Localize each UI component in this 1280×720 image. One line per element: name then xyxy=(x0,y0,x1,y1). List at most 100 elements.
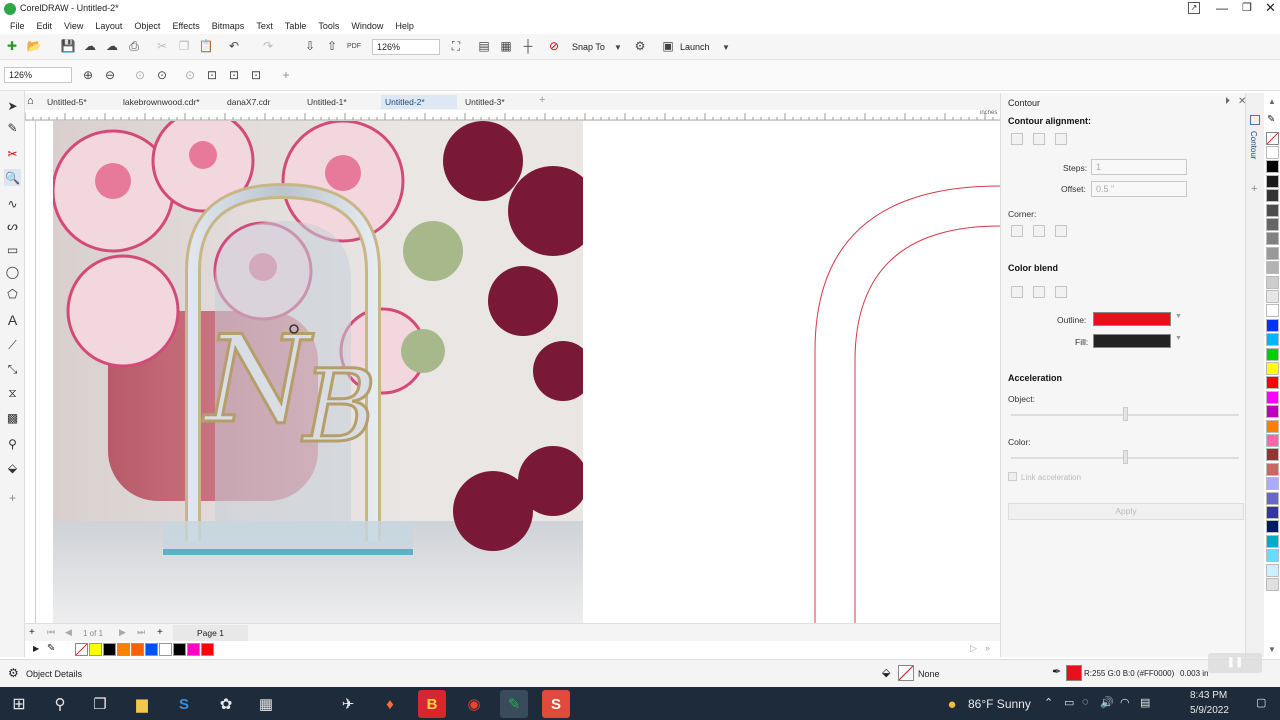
palette-color-swatch[interactable] xyxy=(1266,160,1279,174)
launch-icon[interactable]: ▣ xyxy=(660,38,676,54)
document-palette-swatch[interactable] xyxy=(187,643,200,656)
publish-pdf-icon[interactable]: PDF xyxy=(346,38,362,54)
transparency-tool-icon[interactable]: ▩ xyxy=(4,409,21,426)
outline-chevron-down-icon[interactable]: ▼ xyxy=(1175,313,1182,320)
undo-icon[interactable]: ↶ xyxy=(226,38,242,54)
crop-tool-icon[interactable]: ✂ xyxy=(4,145,21,162)
tray-volume-icon[interactable]: 🔊 xyxy=(1100,696,1114,709)
tab-untitled-5[interactable]: Untitled-5* xyxy=(43,95,91,109)
palette-color-swatch[interactable] xyxy=(1266,578,1279,591)
document-palette-swatch[interactable] xyxy=(117,643,130,656)
recording-pause-icon[interactable]: ❚❚ xyxy=(1208,653,1262,673)
notifications-icon[interactable]: ▢ xyxy=(1256,696,1266,709)
add-page-before-icon[interactable]: + xyxy=(29,627,35,638)
ellipse-tool-icon[interactable]: ◯ xyxy=(4,263,21,280)
windows-start-icon[interactable]: ⊞ xyxy=(5,690,33,718)
offset-input[interactable]: 0.5 " xyxy=(1091,181,1187,197)
restore-down-icon[interactable]: ↗ xyxy=(1188,2,1200,14)
maximize-button[interactable]: ❐ xyxy=(1242,1,1252,14)
rectangle-tool-icon[interactable]: ▭ xyxy=(4,241,21,258)
new-document-icon[interactable]: ✚ xyxy=(4,38,20,54)
menu-file[interactable]: File xyxy=(4,21,31,31)
previous-page-icon[interactable]: ◀ xyxy=(65,627,72,638)
menu-text[interactable]: Text xyxy=(250,21,279,31)
fill-chevron-down-icon[interactable]: ▼ xyxy=(1175,335,1182,342)
page-tab-page-1[interactable]: Page 1 xyxy=(173,625,248,641)
palette-color-swatch[interactable] xyxy=(1266,275,1279,289)
palette-color-swatch[interactable] xyxy=(1266,290,1279,303)
close-window-button[interactable]: ✕ xyxy=(1265,0,1276,16)
object-details-label[interactable]: Object Details xyxy=(26,669,82,679)
coreldraw-taskbar-icon[interactable]: ✎ xyxy=(500,690,528,718)
tab-danax7[interactable]: danaX7.cdr xyxy=(223,95,274,109)
tab-lakebrownwood[interactable]: lakebrownwood.cdr* xyxy=(119,95,204,109)
new-tab-icon[interactable]: + xyxy=(539,94,545,106)
link-acceleration-checkbox[interactable] xyxy=(1008,472,1017,481)
artistic-media-tool-icon[interactable]: ᔕ xyxy=(4,217,21,234)
apply-button[interactable]: Apply xyxy=(1008,503,1244,520)
object-slider-thumb[interactable] xyxy=(1123,407,1128,421)
no-color-swatch[interactable] xyxy=(75,643,88,656)
app-s-red-icon[interactable]: S xyxy=(542,690,570,718)
inside-icon[interactable] xyxy=(1033,133,1045,145)
weather-label[interactable]: 86°F Sunny xyxy=(968,697,1031,711)
shape-tool-icon[interactable]: ✎ xyxy=(4,119,21,136)
palette-color-swatch[interactable] xyxy=(1266,520,1279,534)
palette-color-swatch[interactable] xyxy=(1266,347,1279,361)
vertical-ruler[interactable] xyxy=(25,121,36,623)
side-scroll-down-icon[interactable]: ▼ xyxy=(1268,645,1276,654)
menu-effects[interactable]: Effects xyxy=(166,21,205,31)
palette-color-swatch[interactable] xyxy=(1266,534,1279,548)
show-rulers-icon[interactable]: ▤ xyxy=(476,38,492,54)
print-icon[interactable]: ⎙ xyxy=(126,38,142,54)
mitered-corner-icon[interactable] xyxy=(1011,225,1023,237)
blend-tool-icon[interactable]: ⧖ xyxy=(4,385,21,402)
app-swirl-icon[interactable]: ✿ xyxy=(212,690,240,718)
round-corner-icon[interactable] xyxy=(1033,225,1045,237)
palette-scroll-right-icon[interactable]: ▷ xyxy=(970,643,977,654)
show-grid-icon[interactable]: ▦ xyxy=(498,38,514,54)
tab-untitled-3[interactable]: Untitled-3* xyxy=(461,95,509,109)
outline-status-swatch[interactable] xyxy=(1066,665,1082,681)
side-scroll-up-icon[interactable]: ▲ xyxy=(1268,97,1276,106)
palette-color-swatch[interactable] xyxy=(1266,462,1279,476)
menu-view[interactable]: View xyxy=(58,21,89,31)
to-center-icon[interactable] xyxy=(1011,133,1023,145)
palette-scroll-end-icon[interactable]: » xyxy=(985,643,990,653)
zoom-tool-icon[interactable]: 🔍 xyxy=(4,169,21,186)
properties-tab-icon[interactable] xyxy=(1250,115,1260,125)
docker-expand-icon[interactable]: ⏵ xyxy=(1225,96,1230,107)
palette-no-color-swatch[interactable] xyxy=(1266,132,1279,145)
app-flame-icon[interactable]: ♦ xyxy=(376,690,404,718)
palette-color-swatch[interactable] xyxy=(1266,333,1279,347)
launch-chevron-down-icon[interactable]: ▼ xyxy=(718,39,734,55)
palette-color-swatch[interactable] xyxy=(1266,218,1279,231)
drawing-canvas[interactable]: N B xyxy=(36,121,1000,623)
palette-color-swatch[interactable] xyxy=(1266,477,1279,491)
chrome-icon[interactable]: ◉ xyxy=(460,690,488,718)
document-palette-swatch[interactable] xyxy=(131,643,144,656)
cloud-sync-icon[interactable]: ☁ xyxy=(104,38,120,54)
parallel-dimension-tool-icon[interactable]: ⟋ xyxy=(4,337,21,354)
palette-color-swatch[interactable] xyxy=(1266,390,1279,404)
palette-color-swatch[interactable] xyxy=(1266,232,1279,246)
task-view-icon[interactable]: ❐ xyxy=(86,690,114,718)
last-page-icon[interactable]: ⏭ xyxy=(137,627,145,638)
menu-window[interactable]: Window xyxy=(345,21,389,31)
app-cutter-icon[interactable]: ✈ xyxy=(334,690,362,718)
eyedropper-tool-icon[interactable]: ⚲ xyxy=(4,435,21,452)
fill-color-picker[interactable] xyxy=(1093,334,1171,348)
snap-off-icon[interactable]: ⊘ xyxy=(546,38,562,54)
menu-layout[interactable]: Layout xyxy=(89,21,128,31)
polygon-tool-icon[interactable]: ⬠ xyxy=(4,285,21,302)
minimize-button[interactable]: — xyxy=(1216,1,1228,15)
tray-date[interactable]: 5/9/2022 xyxy=(1190,705,1229,716)
tab-untitled-1[interactable]: Untitled-1* xyxy=(303,95,351,109)
zoom-in-icon[interactable]: ⊕ xyxy=(80,67,96,83)
palette-color-swatch[interactable] xyxy=(1266,434,1279,447)
bevel-corner-icon[interactable] xyxy=(1055,225,1067,237)
contour-arch-shape[interactable] xyxy=(36,121,1000,623)
tray-chevron-up-icon[interactable]: ⌃ xyxy=(1044,696,1053,709)
tray-battery-icon[interactable]: ▭ xyxy=(1064,696,1074,709)
menu-table[interactable]: Table xyxy=(279,21,313,31)
